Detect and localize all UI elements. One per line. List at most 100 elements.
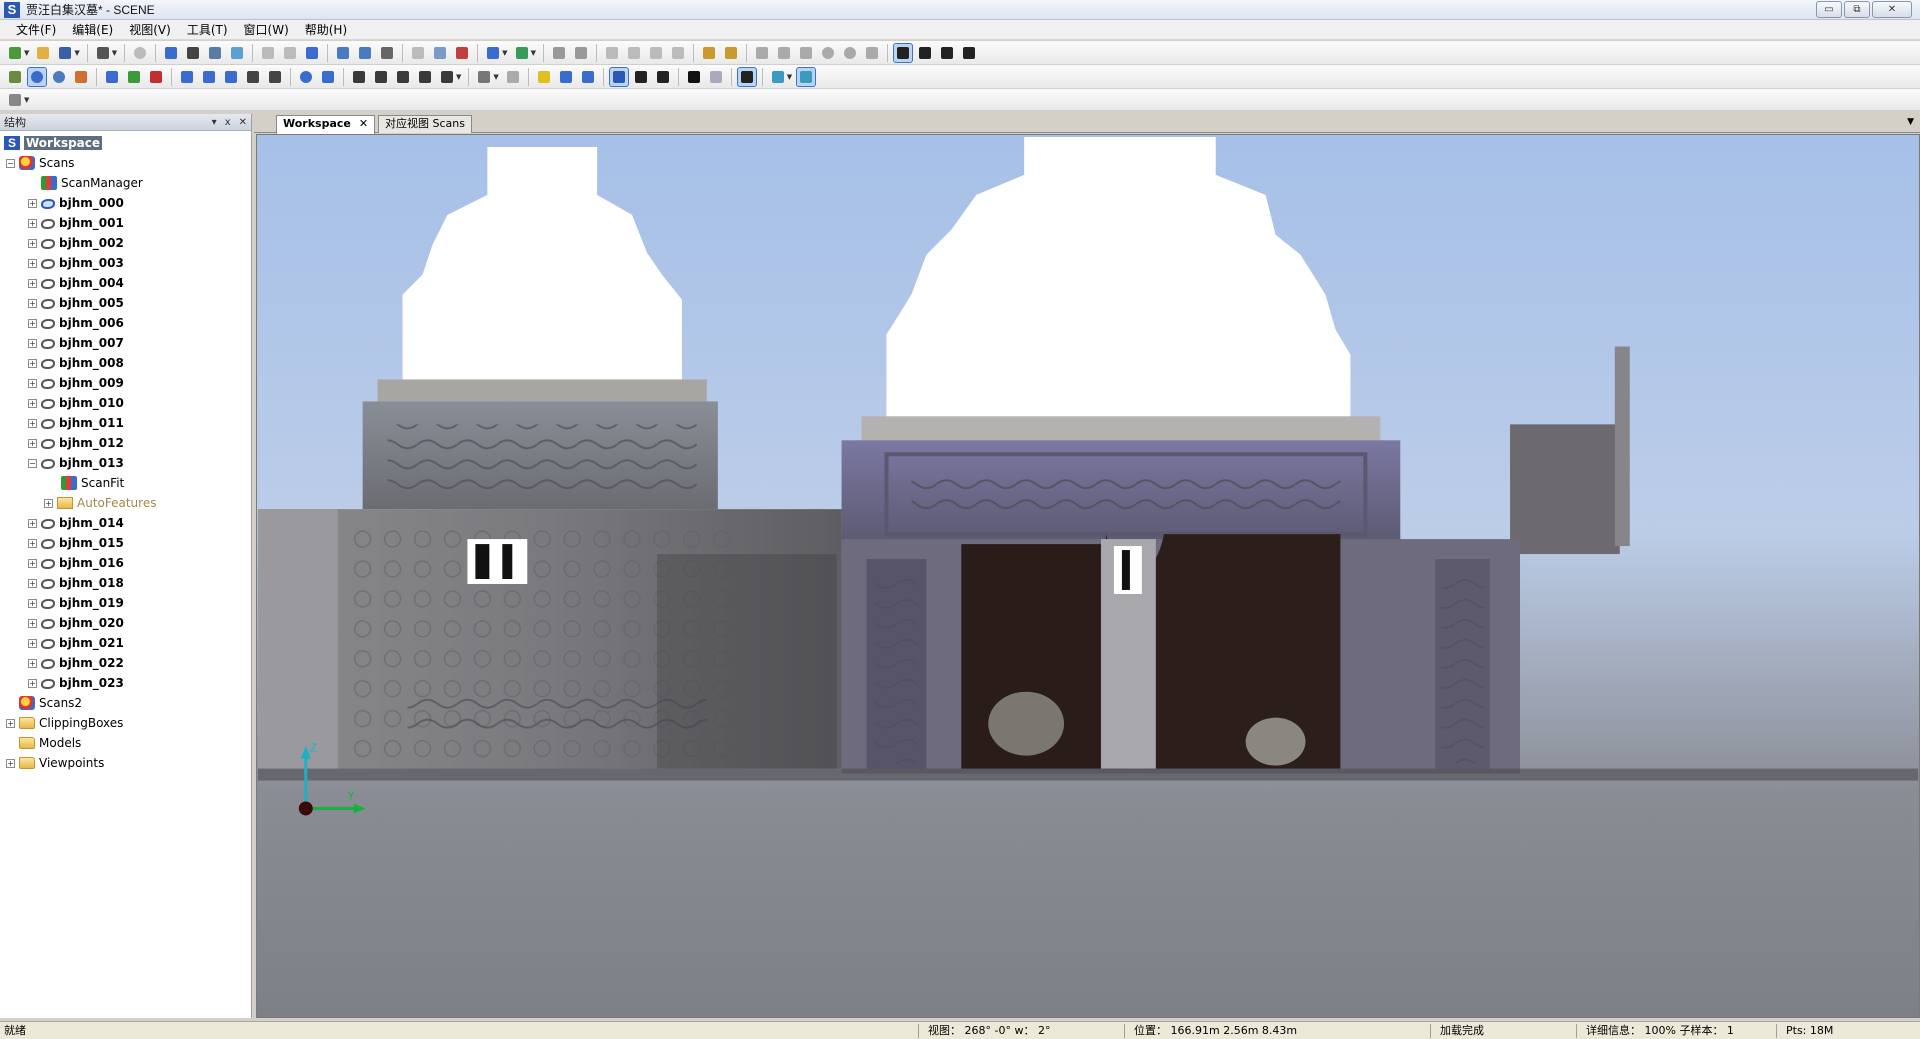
line-icon[interactable]	[775, 44, 793, 62]
close-button[interactable]: ✕	[1872, 1, 1912, 18]
new-project-icon[interactable]	[6, 44, 24, 62]
expand-icon[interactable]: +	[28, 418, 37, 428]
tree-row-scan[interactable]: + bjhm_010	[0, 393, 251, 413]
tree-row-scan[interactable]: + bjhm_004	[0, 273, 251, 293]
expand-icon[interactable]: +	[28, 238, 37, 248]
tree-label-autofeatures[interactable]: AutoFeatures	[77, 496, 156, 510]
tree-row-scan[interactable]: + bjhm_008	[0, 353, 251, 373]
expand-icon[interactable]: +	[28, 658, 37, 668]
tree-label-models[interactable]: Models	[39, 736, 81, 750]
scan-icon[interactable]	[350, 68, 368, 86]
expand-icon[interactable]: +	[28, 678, 37, 688]
tree-label-scan[interactable]: bjhm_000	[59, 196, 124, 210]
menu-help[interactable]: 帮助(H)	[297, 20, 355, 40]
expand-icon[interactable]: +	[28, 398, 37, 408]
tree-label-workspace[interactable]: Workspace	[24, 136, 103, 150]
fly-icon[interactable]	[72, 68, 90, 86]
tree-label-scan[interactable]: bjhm_016	[59, 556, 124, 570]
point-size-3-icon[interactable]	[654, 68, 672, 86]
link-icon[interactable]	[162, 44, 180, 62]
tree-row-viewpoints[interactable]: + Viewpoints	[0, 753, 251, 773]
tree-row-workspace[interactable]: S Workspace	[0, 133, 251, 153]
page-icon[interactable]	[504, 68, 522, 86]
expand-icon[interactable]: +	[28, 318, 37, 328]
expand-icon[interactable]: +	[28, 198, 37, 208]
tree-row-scan[interactable]: + bjhm_002	[0, 233, 251, 253]
pen-icon[interactable]	[669, 44, 687, 62]
scan-mode-icon[interactable]	[438, 68, 456, 86]
view-left-icon[interactable]	[222, 68, 240, 86]
expand-icon[interactable]: +	[28, 258, 37, 268]
expand-icon[interactable]: +	[6, 718, 15, 728]
dual-view-icon[interactable]	[916, 44, 934, 62]
print-icon[interactable]	[94, 44, 112, 62]
tree-row-autofeatures[interactable]: + AutoFeatures	[0, 493, 251, 513]
view-right-icon[interactable]	[244, 68, 262, 86]
tab-workspace[interactable]: Workspace ✕	[276, 115, 376, 134]
expand-icon[interactable]: +	[28, 338, 37, 348]
tree-row-scan[interactable]: + bjhm_015	[0, 533, 251, 553]
expand-icon[interactable]: +	[28, 598, 37, 608]
expand-icon[interactable]: +	[6, 758, 15, 768]
tree-row-scan[interactable]: + bjhm_018	[0, 573, 251, 593]
move-back-icon[interactable]	[147, 68, 165, 86]
open-project-icon[interactable]	[34, 44, 52, 62]
expand-icon[interactable]: +	[28, 538, 37, 548]
menu-view[interactable]: 视图(V)	[121, 20, 179, 40]
tree-label-scan[interactable]: bjhm_011	[59, 416, 124, 430]
plugin-icon[interactable]	[6, 91, 24, 109]
redo-icon[interactable]	[431, 44, 449, 62]
tree-label-scans2[interactable]: Scans2	[39, 696, 82, 710]
tree-row-scans2[interactable]: Scans2	[0, 693, 251, 713]
tree-row-scan[interactable]: + bjhm_000	[0, 193, 251, 213]
single-view-icon[interactable]	[892, 42, 913, 63]
expand-icon[interactable]: +	[28, 518, 37, 528]
tree-row-scans[interactable]: − Scans	[0, 153, 251, 173]
distribute-icon[interactable]	[722, 44, 740, 62]
import-icon[interactable]	[303, 44, 321, 62]
minimize-button[interactable]: ▭	[1816, 1, 1842, 18]
ellipse-icon[interactable]	[841, 44, 859, 62]
tree-label-scanmanager[interactable]: ScanManager	[61, 176, 143, 190]
expand-icon[interactable]: +	[28, 378, 37, 388]
tree-row-scan[interactable]: + bjhm_020	[0, 613, 251, 633]
scan-filter-icon[interactable]	[394, 68, 412, 86]
expand-icon[interactable]: +	[28, 218, 37, 228]
zoom-fit-icon[interactable]	[319, 68, 337, 86]
angle-icon[interactable]	[863, 44, 881, 62]
3d-view-icon[interactable]	[184, 44, 202, 62]
cascade-view-icon[interactable]	[938, 44, 956, 62]
expand-icon[interactable]: +	[28, 618, 37, 628]
tree-row-scan[interactable]: + bjhm_001	[0, 213, 251, 233]
image-view-icon[interactable]	[228, 44, 246, 62]
panel-close-icon[interactable]: ✕	[239, 114, 247, 131]
copy-icon[interactable]	[281, 44, 299, 62]
orbit-icon[interactable]	[27, 66, 47, 87]
tab-scans-view[interactable]: 对应视图 Scans	[378, 115, 472, 133]
tree-row-scan[interactable]: + bjhm_023	[0, 673, 251, 693]
tree-label-scan[interactable]: bjhm_019	[59, 596, 124, 610]
menu-file[interactable]: 文件(F)	[8, 20, 64, 40]
select-icon[interactable]	[6, 68, 24, 86]
tree-row-scan[interactable]: + bjhm_011	[0, 413, 251, 433]
tree-label-scan[interactable]: bjhm_018	[59, 576, 124, 590]
tree-label-scan[interactable]: bjhm_012	[59, 436, 124, 450]
cut-icon[interactable]	[259, 44, 277, 62]
tree-row-scan[interactable]: + bjhm_019	[0, 593, 251, 613]
tree-label-scans[interactable]: Scans	[39, 156, 74, 170]
clipping-box-icon[interactable]	[769, 68, 787, 86]
tree-row-scan[interactable]: + bjhm_005	[0, 293, 251, 313]
panel-pin-icon[interactable]: ⅹ	[225, 114, 231, 131]
camera-icon[interactable]	[484, 44, 502, 62]
pick-point-icon[interactable]	[572, 44, 590, 62]
tree-label-scan[interactable]: bjhm_010	[59, 396, 124, 410]
export-icon[interactable]	[513, 44, 531, 62]
finger-icon[interactable]	[647, 44, 665, 62]
tree-row-scan[interactable]: − bjhm_013	[0, 453, 251, 473]
tree-label-scan[interactable]: bjhm_021	[59, 636, 124, 650]
rect-select-icon[interactable]	[753, 44, 771, 62]
expand-icon[interactable]: +	[44, 498, 53, 508]
3d-viewport[interactable]: Z Y	[256, 134, 1920, 1018]
transparency-icon[interactable]	[707, 68, 725, 86]
tree-label-viewpoints[interactable]: Viewpoints	[39, 756, 104, 770]
